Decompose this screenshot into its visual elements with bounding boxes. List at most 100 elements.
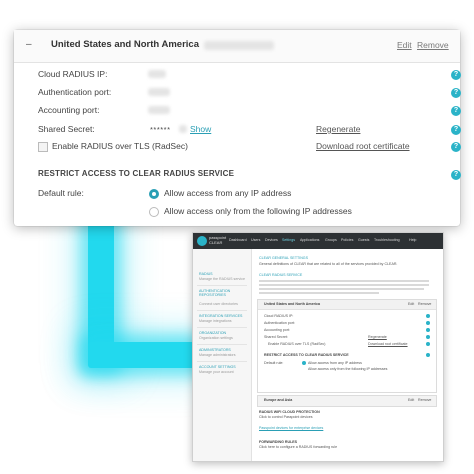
- nav-groups[interactable]: Groups: [325, 238, 337, 242]
- regenerate-link[interactable]: Regenerate: [316, 124, 360, 134]
- accounting-port-label: Accounting port:: [38, 105, 100, 115]
- radius-region-card: – United States and North America Edit R…: [14, 30, 461, 226]
- brand-logo-icon: [197, 236, 207, 246]
- mini-region-title: United States and North America: [264, 302, 320, 306]
- help-icon[interactable]: ?: [451, 142, 461, 152]
- mini-acct-port-label: Accounting port:: [264, 328, 290, 332]
- sidebar-item-administrators[interactable]: ADMINISTRATORS: [199, 348, 231, 352]
- mini-edit-link-2[interactable]: Edit: [408, 398, 414, 402]
- wifi-protection-link[interactable]: Passpoint devices for enterprise devices: [259, 426, 323, 430]
- mini-rule-specific[interactable]: Allow access only from the following IP …: [308, 367, 387, 371]
- region-card-header[interactable]: – United States and North America Edit R…: [14, 30, 460, 63]
- sidebar-sub-integration: Manage integrations: [199, 319, 232, 323]
- sidebar-divider: [197, 310, 247, 311]
- download-root-certificate-link[interactable]: Download root certificate: [316, 141, 410, 151]
- radsec-checkbox[interactable]: [38, 142, 48, 152]
- collapse-icon[interactable]: –: [26, 39, 32, 50]
- help-icon[interactable]: [426, 335, 430, 339]
- mini-remove-link-2[interactable]: Remove: [418, 398, 431, 402]
- app-screenshot-thumbnail: passpoint CLEAR Dashboard Users Devices …: [192, 232, 444, 462]
- nav-dashboard[interactable]: Dashboard: [229, 238, 247, 242]
- sidebar-item-integration[interactable]: INTEGRATION SERVICES: [199, 314, 242, 318]
- help-icon[interactable]: [426, 314, 430, 318]
- help-icon[interactable]: [426, 342, 430, 346]
- blurred-acct-port: [148, 106, 170, 114]
- general-settings-heading[interactable]: CLEAR GENERAL SETTINGS: [259, 256, 308, 260]
- connector-glow-horizontal: [88, 342, 198, 368]
- desc-line: [259, 292, 379, 294]
- rule-specific-ip-label[interactable]: Allow access only from the following IP …: [164, 206, 352, 216]
- mini-remove-link[interactable]: Remove: [418, 302, 431, 306]
- radius-service-heading[interactable]: CLEAR RADIUS SERVICE: [259, 273, 302, 277]
- help-icon[interactable]: [426, 321, 430, 325]
- mini-rule-any[interactable]: Allow access from any IP address: [308, 361, 362, 365]
- nav-applications[interactable]: Applications: [300, 238, 319, 242]
- help-icon[interactable]: [426, 328, 430, 332]
- restrict-access-title: RESTRICT ACCESS TO CLEAR RADIUS SERVICE: [38, 169, 235, 178]
- help-icon[interactable]: [426, 353, 430, 357]
- wifi-protection-desc: Click to control Passpoint devices: [259, 415, 313, 419]
- nav-users[interactable]: Users: [251, 238, 260, 242]
- sidebar-item-radius[interactable]: RADIUS: [199, 272, 213, 276]
- mini-radsec-label[interactable]: Enable RADIUS over TLS (RadSec): [268, 342, 325, 346]
- nav-policies[interactable]: Policies: [341, 238, 353, 242]
- sidebar-item-account-settings[interactable]: ACCOUNT SETTINGS: [199, 365, 236, 369]
- app-top-bar: passpoint CLEAR Dashboard Users Devices …: [193, 233, 443, 249]
- nav-settings[interactable]: Settings: [282, 238, 295, 242]
- blurred-ip-value: [148, 70, 166, 78]
- brand-name: passpoint CLEAR: [209, 235, 226, 245]
- blurred-auth-port: [148, 88, 170, 96]
- help-icon[interactable]: ?: [451, 170, 461, 180]
- mini-restrict-title: RESTRICT ACCESS TO CLEAR RADIUS SERVICE: [264, 353, 349, 357]
- shared-secret-value: ******: [150, 125, 171, 134]
- sidebar-item-organization[interactable]: ORGANIZATION: [199, 331, 226, 335]
- mini-download-link[interactable]: Download root certificate: [368, 342, 408, 346]
- mini-region-card: United States and North America Edit Rem…: [257, 299, 437, 393]
- sidebar-sub-account: Manage your account: [199, 370, 234, 374]
- brand-line-2: CLEAR: [209, 240, 223, 245]
- general-settings-desc: General definitions of CLEAR that are re…: [259, 262, 398, 266]
- nav-guests[interactable]: Guests: [358, 238, 369, 242]
- help-icon[interactable]: ?: [451, 88, 461, 98]
- rule-any-ip-radio[interactable]: [149, 189, 159, 199]
- forwarding-rules-heading: FORWARDING RULES: [259, 440, 298, 444]
- desc-line: [259, 284, 429, 286]
- mini-region-header[interactable]: United States and North America Edit Rem…: [258, 300, 436, 310]
- radsec-label: Enable RADIUS over TLS (RadSec): [52, 141, 188, 151]
- shared-secret-label: Shared Secret:: [38, 124, 95, 134]
- help-icon[interactable]: ?: [451, 70, 461, 80]
- mini-regenerate-link[interactable]: Regenerate: [368, 335, 387, 339]
- cloud-radius-ip-label: Cloud RADIUS IP:: [38, 69, 108, 79]
- nav-troubleshooting[interactable]: Troubleshooting: [374, 238, 400, 242]
- mini-secret-label: Shared Secret:: [264, 335, 288, 339]
- mini-radio-any[interactable]: [302, 361, 306, 365]
- nav-devices[interactable]: Devices: [265, 238, 278, 242]
- show-secret-link[interactable]: Show: [190, 124, 211, 134]
- sidebar-divider: [197, 327, 247, 328]
- settings-sidebar: RADIUS Manage the RADIUS service AUTHENT…: [193, 249, 252, 461]
- nav-help[interactable]: Help: [409, 238, 416, 242]
- rule-specific-ip-radio[interactable]: [149, 207, 159, 217]
- mini-region-2-title: Europe and Asia: [264, 398, 293, 402]
- help-icon[interactable]: ?: [451, 106, 461, 116]
- remove-link[interactable]: Remove: [417, 40, 449, 50]
- edit-link[interactable]: Edit: [397, 40, 412, 50]
- sidebar-divider: [197, 361, 247, 362]
- sidebar-divider: [197, 285, 247, 286]
- blurred-secret-icon: [179, 125, 187, 133]
- sidebar-sub-administrators: Manage administrators: [199, 353, 236, 357]
- mini-region-card-2[interactable]: Europe and Asia Edit Remove: [257, 395, 437, 407]
- region-title: United States and North America: [51, 39, 199, 50]
- rule-any-ip-label[interactable]: Allow access from any IP address: [164, 188, 291, 198]
- wifi-protection-heading: RADIUS WIFI CLOUD PROTECTION: [259, 410, 320, 414]
- default-rule-label: Default rule:: [38, 188, 84, 198]
- mini-default-rule-label: Default rule:: [264, 361, 284, 365]
- sidebar-divider: [197, 344, 247, 345]
- sidebar-item-auth-repositories[interactable]: AUTHENTICATION REPOSITORIES: [199, 289, 247, 297]
- sidebar-sub-organization: Organization settings: [199, 336, 233, 340]
- mini-edit-link[interactable]: Edit: [408, 302, 414, 306]
- help-icon[interactable]: ?: [451, 125, 461, 135]
- forwarding-rules-desc: Click here to configure a RADIUS forward…: [259, 445, 338, 449]
- mini-cloud-ip-label: Cloud RADIUS IP:: [264, 314, 294, 318]
- sidebar-sub-auth: Connect user directories: [199, 302, 238, 306]
